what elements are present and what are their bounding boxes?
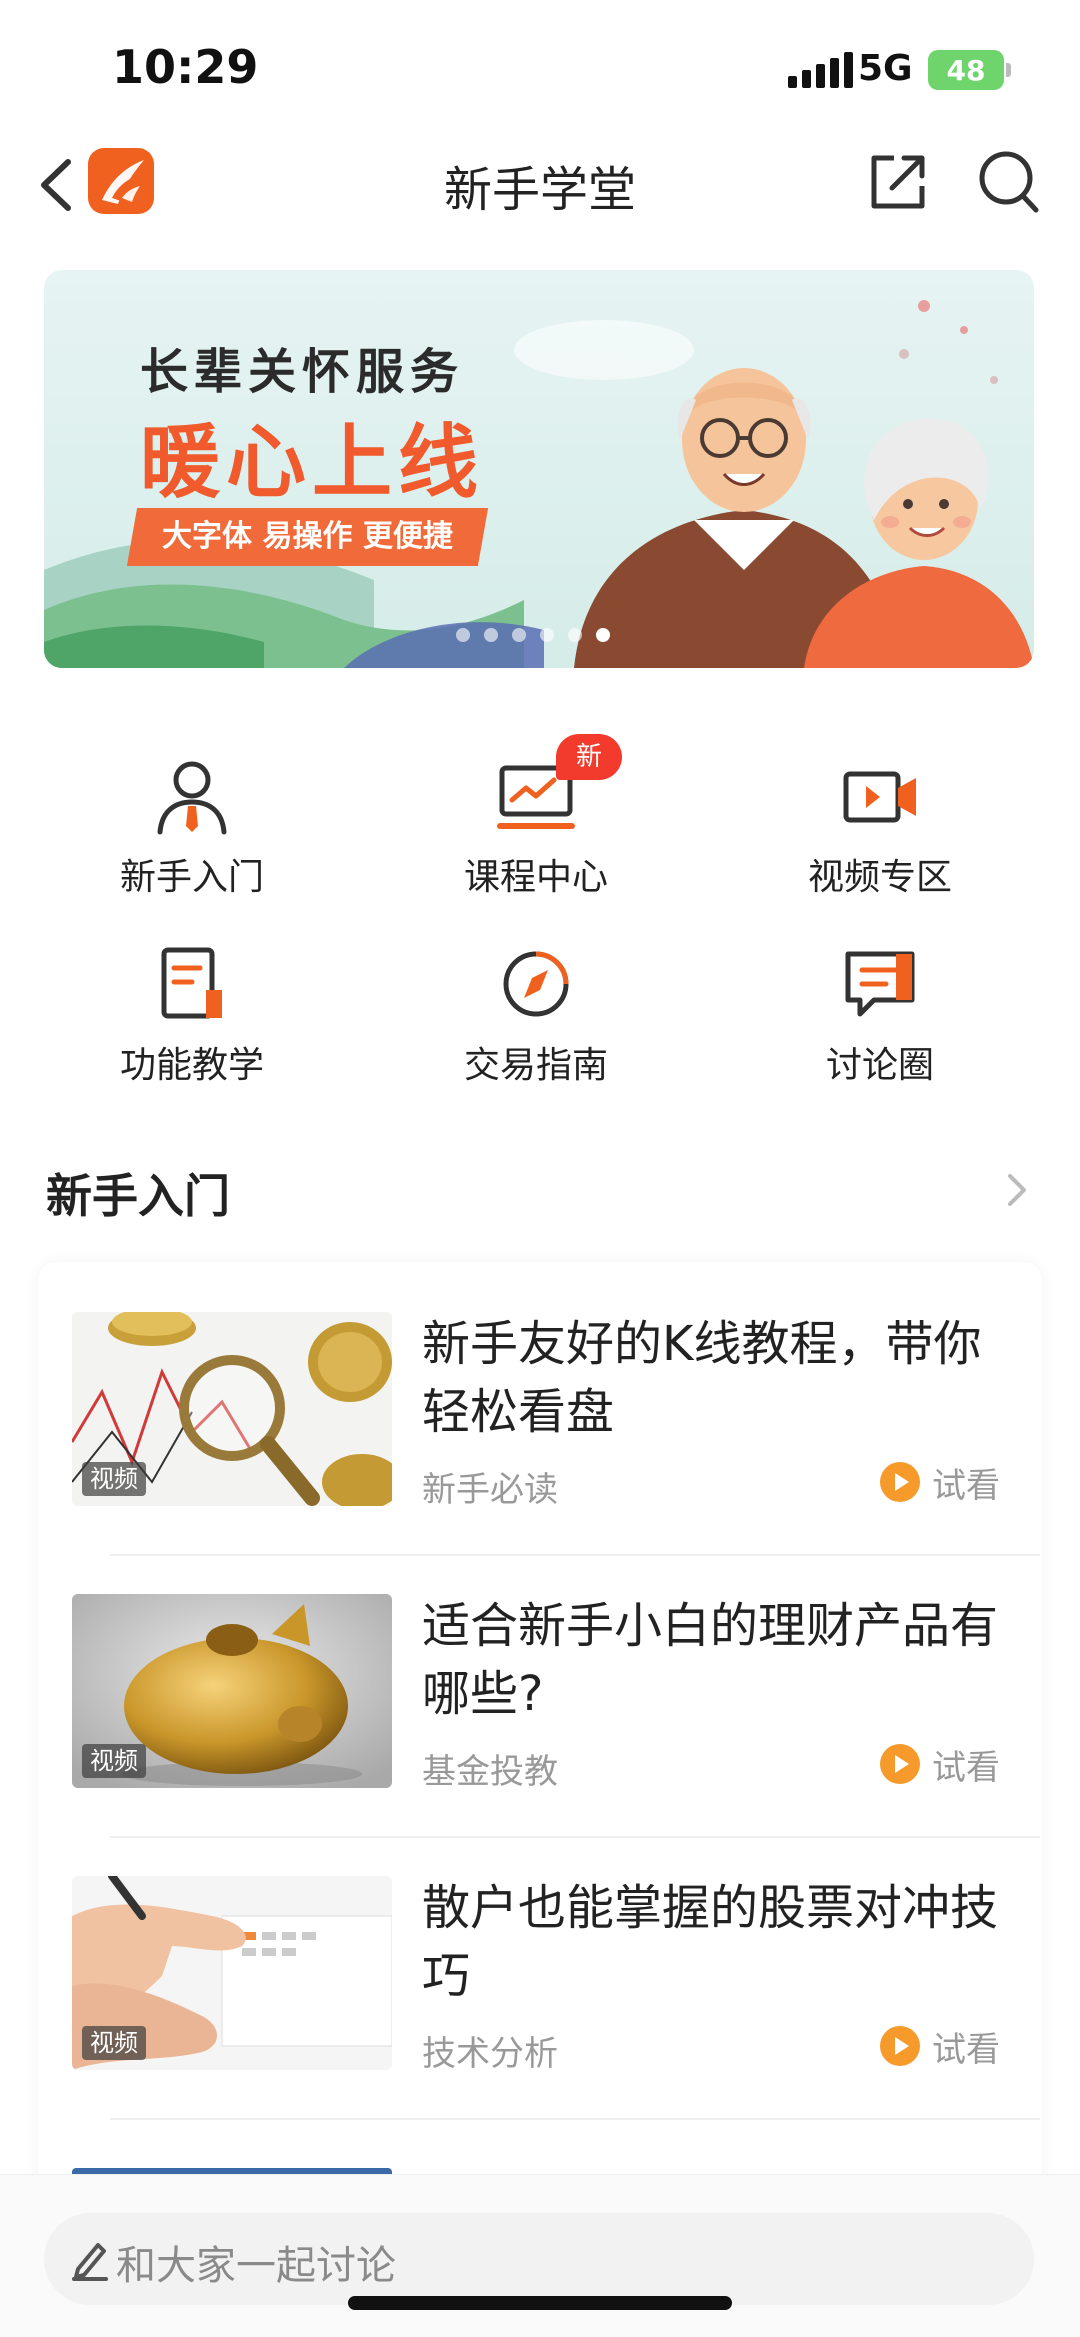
divider	[110, 2118, 1040, 2120]
article-thumbnail: 视频	[72, 1876, 392, 2070]
signal-icon	[788, 52, 853, 88]
network-label: 5G	[858, 48, 913, 89]
video-tag: 视频	[82, 2026, 146, 2060]
list-item[interactable]: 视频 散户也能掌握的股票对冲技巧 技术分析 试看	[72, 1826, 1004, 2106]
article-title: 新手友好的K线教程，带你轻松看盘	[422, 1316, 982, 1440]
preview-button[interactable]: 试看	[880, 1460, 1000, 1506]
quick-entry-videos[interactable]: 视频专区	[730, 756, 1030, 906]
preview-button[interactable]: 试看	[880, 1742, 1000, 1788]
pagination-dot	[484, 628, 498, 642]
preview-label: 试看	[932, 1465, 1000, 1506]
home-indicator	[348, 2296, 732, 2310]
quick-label: 讨论圈	[825, 1045, 934, 1086]
quick-entry-discussion[interactable]: 讨论圈	[730, 944, 1030, 1094]
quick-label: 功能教学	[119, 1045, 264, 1086]
pagination-dot	[540, 628, 554, 642]
quick-label: 新手入门	[119, 857, 264, 898]
search-icon	[979, 151, 1039, 213]
share-icon	[871, 155, 925, 209]
article-category: 技术分析	[422, 2034, 558, 2074]
banner-tagline: 大字体 易操作 更便捷	[126, 508, 489, 566]
article-category: 新手必读	[422, 1470, 558, 1510]
quick-label: 视频专区	[807, 857, 952, 898]
pagination-dot-active	[596, 628, 610, 642]
status-time: 10:29	[112, 40, 259, 94]
battery-icon: 48	[928, 50, 1011, 90]
promo-banner[interactable]: 长辈关怀服务 暖心上线 大字体 易操作 更便捷	[44, 270, 1034, 668]
article-category: 基金投教	[422, 1752, 558, 1792]
video-camera-icon	[843, 771, 916, 823]
compass-icon	[503, 951, 569, 1017]
banner-heading: 长辈关怀服务	[140, 344, 465, 400]
article-thumbnail: 视频	[72, 1594, 392, 1788]
play-icon	[880, 2026, 920, 2066]
article-list: 视频 新手友好的K线教程，带你轻松看盘 新手必读 试看 视频 适合新手小白的理财…	[38, 1262, 1042, 2262]
pagination-dot	[568, 628, 582, 642]
article-title: 适合新手小白的理财产品有哪些?	[422, 1598, 999, 1722]
pagination-dot	[512, 628, 526, 642]
section-more-button[interactable]	[1002, 1170, 1032, 1210]
search-button[interactable]	[976, 148, 1042, 216]
video-tag: 视频	[82, 1744, 146, 1778]
pencil-icon	[72, 2243, 108, 2281]
document-icon	[161, 947, 222, 1019]
quick-label: 交易指南	[463, 1045, 608, 1086]
new-badge: 新	[556, 734, 622, 780]
comment-input[interactable]: 和大家一起讨论	[44, 2213, 1034, 2305]
chat-bubble-icon	[845, 951, 915, 1017]
share-button[interactable]	[866, 150, 930, 214]
status-bar: 10:29 5G 48	[0, 0, 1080, 130]
nav-bar: 新手学堂	[0, 130, 1080, 240]
banner-pagination	[456, 628, 610, 642]
video-tag: 视频	[82, 1462, 146, 1496]
pagination-dot	[456, 628, 470, 642]
preview-button[interactable]: 试看	[880, 2024, 1000, 2070]
play-icon	[880, 1462, 920, 1502]
quick-entry-beginner[interactable]: 新手入门	[42, 756, 342, 906]
preview-label: 试看	[932, 2029, 1000, 2070]
banner-headline: 暖心上线	[140, 416, 484, 509]
play-icon	[880, 1744, 920, 1784]
section-title: 新手入门	[46, 1169, 230, 1223]
quick-entry-courses[interactable]: 新 课程中心	[386, 734, 686, 906]
chevron-right-icon	[1008, 1174, 1026, 1206]
person-icon	[157, 761, 227, 835]
battery-level: 48	[946, 53, 986, 87]
list-item[interactable]: 视频 适合新手小白的理财产品有哪些? 基金投教 试看	[72, 1544, 1004, 1824]
article-title: 散户也能掌握的股票对冲技巧	[422, 1880, 999, 2004]
comment-bar: 和大家一起讨论	[0, 2174, 1080, 2337]
article-thumbnail: 视频	[72, 1312, 392, 1506]
quick-entry-trading-guide[interactable]: 交易指南	[386, 944, 686, 1094]
preview-label: 试看	[932, 1747, 1000, 1788]
quick-entry-tutorials[interactable]: 功能教学	[42, 944, 342, 1094]
list-item[interactable]: 视频 新手友好的K线教程，带你轻松看盘 新手必读 试看	[72, 1262, 1004, 1542]
comment-placeholder: 和大家一起讨论	[116, 2243, 396, 2289]
quick-label: 课程中心	[463, 857, 608, 898]
